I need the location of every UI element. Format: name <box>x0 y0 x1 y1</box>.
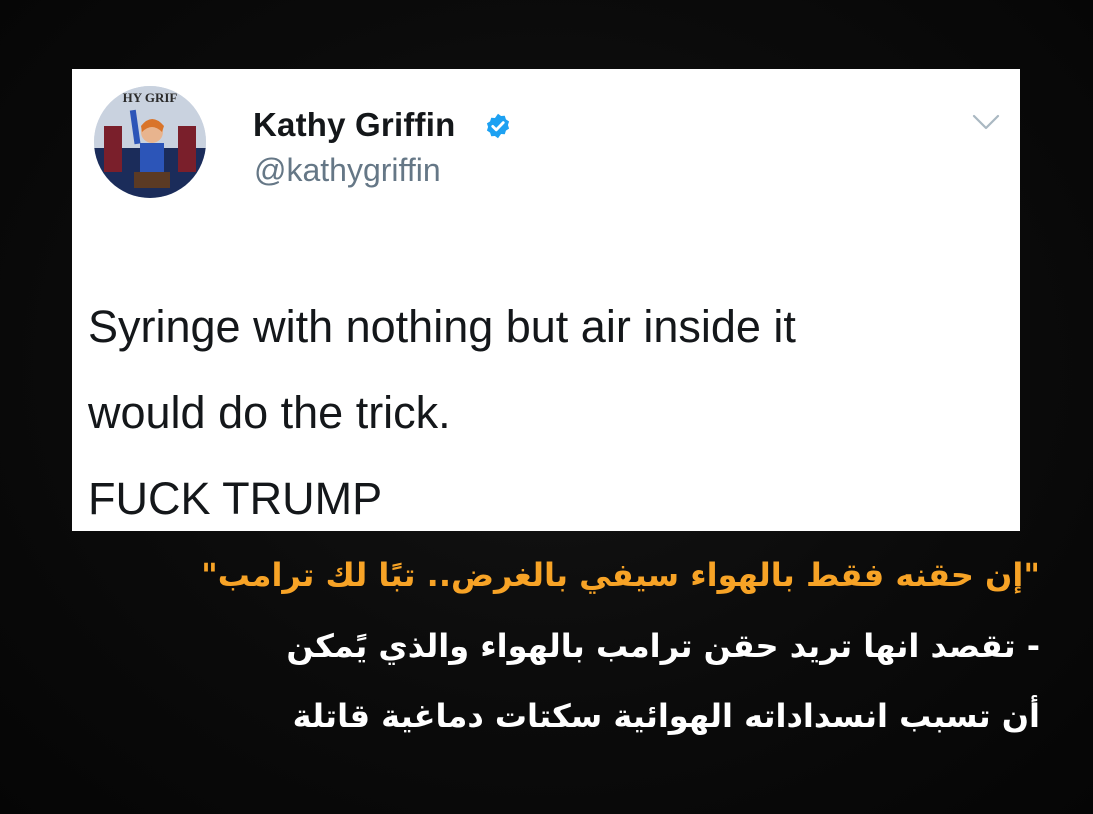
display-name[interactable]: Kathy Griffin <box>253 106 455 144</box>
tweet-line: FUCK TRUMP <box>88 473 383 524</box>
tweet-card: HY GRIF Kathy Griffin @kathygriffin Syri… <box>72 69 1020 531</box>
tweet-line: would do the trick. <box>88 387 451 438</box>
verified-badge-icon <box>486 113 510 139</box>
avatar-image: HY GRIF <box>94 86 206 198</box>
tweet-line: Syringe with nothing but air inside it <box>88 301 796 352</box>
handle[interactable]: @kathygriffin <box>254 152 441 189</box>
tweet-text: Syringe with nothing but air inside it w… <box>88 284 1008 542</box>
caption-explanation-line: أن تسبب انسداداته الهوائية سكتات دماغية … <box>292 697 1040 735</box>
caption-explanation-line: - تقصد انها تريد حقن ترامب بالهواء والذي… <box>286 627 1040 665</box>
chevron-down-icon[interactable] <box>972 113 1000 131</box>
avatar[interactable]: HY GRIF <box>94 86 206 198</box>
caption-quote: "إن حقنه فقط بالهواء سيفي بالغرض.. تبًا … <box>201 556 1040 594</box>
avatar-arc-text: HY GRIF <box>123 90 178 105</box>
